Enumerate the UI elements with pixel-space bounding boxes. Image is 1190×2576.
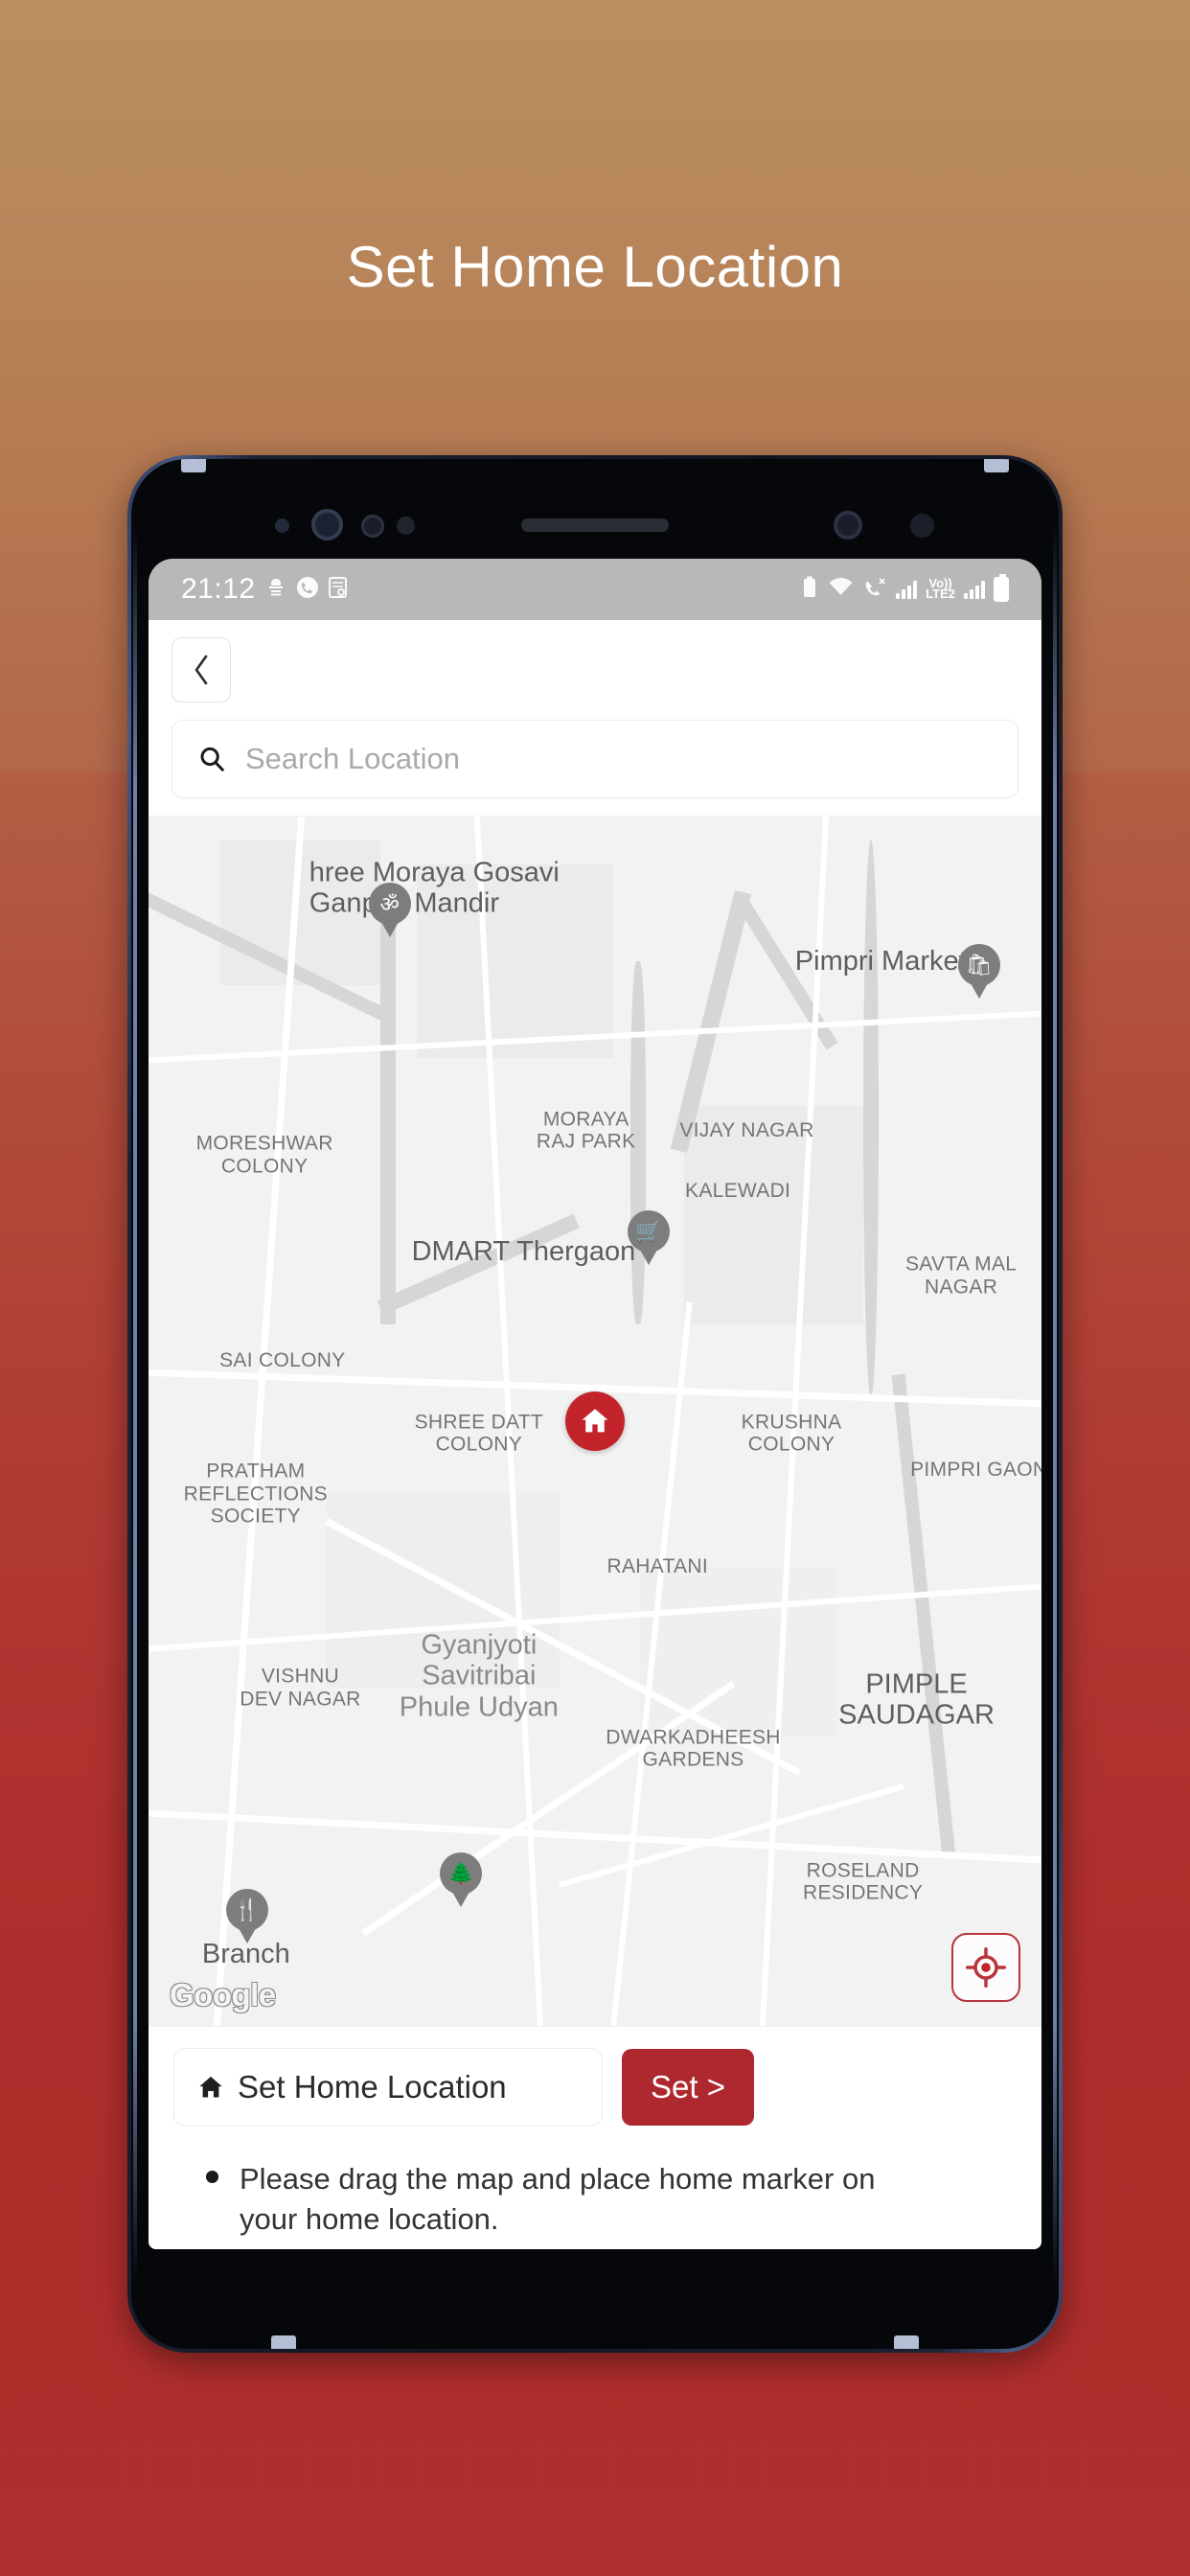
status-bar: 21:12 Vo)) LTE2 xyxy=(149,559,1041,620)
locate-me-button[interactable] xyxy=(951,1933,1020,2003)
map-label: PIMPLE SAUDAGAR xyxy=(838,1668,995,1731)
store-pin-glyph: 🛒 xyxy=(627,1209,670,1253)
market-pin[interactable]: 🛍 xyxy=(957,943,1000,998)
restaurant-pin-glyph: 🍴 xyxy=(225,1888,268,1931)
home-location-marker[interactable] xyxy=(565,1392,625,1452)
google-attribution: Google xyxy=(170,1977,276,2013)
park-pin[interactable]: 🌲 xyxy=(440,1852,483,1906)
map-label: hree Moraya Gosavi Ganpati Mandir xyxy=(309,857,560,919)
map-label: ROSELAND RESIDENCY xyxy=(802,1859,924,1904)
map-label: MORAYA RAJ PARK xyxy=(536,1108,636,1153)
map-label: KALEWADI xyxy=(685,1180,791,1203)
map-label: DMART Thergaon xyxy=(411,1235,636,1267)
page-title: Set Home Location xyxy=(346,235,844,299)
search-section: Search Location xyxy=(149,720,1041,816)
home-location-field[interactable]: Set Home Location xyxy=(173,2048,603,2128)
park-pin-glyph: 🌲 xyxy=(440,1852,483,1895)
map-label: Gyanjyoti Savitribai Phule Udyan xyxy=(399,1628,559,1722)
vibrate-icon xyxy=(264,576,287,603)
frame-clip-top-left xyxy=(181,459,206,472)
signal-bars-2-icon xyxy=(964,580,985,599)
search-placeholder: Search Location xyxy=(245,742,461,775)
market-pin-glyph: 🛍 xyxy=(957,943,1000,986)
bullet-icon xyxy=(206,2171,218,2184)
phone-screen: 21:12 Vo)) LTE2 Search Location hree Mor… xyxy=(149,559,1041,2249)
home-icon xyxy=(199,2077,222,2098)
search-input[interactable]: Search Location xyxy=(172,720,1018,798)
volte-lte2-icon: Vo)) LTE2 xyxy=(926,576,955,601)
restaurant-pin[interactable]: 🍴 xyxy=(225,1888,268,1943)
wifi-icon xyxy=(828,576,854,603)
light-sensor-icon xyxy=(397,517,415,535)
hint-text: Please drag the map and place home marke… xyxy=(240,2162,876,2237)
missed-call-icon xyxy=(862,576,887,603)
map-label: MORESHWAR COLONY xyxy=(195,1132,333,1177)
proximity-sensor-icon xyxy=(275,518,289,533)
map-label: SAI COLONY xyxy=(219,1349,346,1372)
status-bar-left: 21:12 xyxy=(181,573,348,606)
map-label: PIMPRI GAON xyxy=(910,1458,1041,1481)
frame-highlight-right xyxy=(1053,526,1057,2282)
alarm-icon xyxy=(800,576,819,603)
phone-device-frame: 21:12 Vo)) LTE2 Search Location hree Mor… xyxy=(127,455,1063,2353)
map-label: Branch xyxy=(201,1939,290,1970)
bottom-sheet: Set Home Location Set > Please drag the … xyxy=(149,2027,1041,2249)
earpiece-speaker xyxy=(521,518,669,532)
map-label: VISHNU DEV NAGAR xyxy=(240,1665,361,1711)
status-bar-right: Vo)) LTE2 xyxy=(800,574,1009,603)
iris-scanner-icon xyxy=(361,515,384,538)
map-view[interactable]: hree Moraya Gosavi Ganpati Mandir Pimpri … xyxy=(149,816,1041,2028)
frame-clip-top-right xyxy=(984,459,1009,472)
back-button[interactable] xyxy=(172,637,231,702)
frame-highlight-left xyxy=(133,526,137,2282)
map-label: Pimpri Market xyxy=(794,945,967,977)
map-label: VIJAY NAGAR xyxy=(679,1118,814,1141)
led-indicator-icon xyxy=(910,514,934,538)
home-location-field-label: Set Home Location xyxy=(238,2069,507,2105)
home-icon xyxy=(582,1409,608,1433)
store-pin[interactable]: 🛒 xyxy=(627,1209,670,1264)
map-label: PRATHAM REFLECTIONS SOCIETY xyxy=(183,1460,328,1528)
map-label: DWARKADHEESH GARDENS xyxy=(606,1726,781,1771)
status-time: 21:12 xyxy=(181,573,256,605)
frame-clip-bottom-left xyxy=(271,2335,296,2349)
phone-bezel: 21:12 Vo)) LTE2 Search Location hree Mor… xyxy=(131,459,1059,2349)
app-top-bar xyxy=(149,620,1041,720)
temple-pin-glyph: ॐ xyxy=(368,883,411,926)
battery-icon xyxy=(994,574,1009,602)
sim-card-icon xyxy=(328,576,348,603)
hint-row: Please drag the map and place home marke… xyxy=(173,2127,1017,2240)
map-label: RAHATANI xyxy=(606,1555,708,1578)
search-icon xyxy=(200,747,224,771)
map-label: KRUSHNA COLONY xyxy=(741,1411,842,1456)
temple-pin[interactable]: ॐ xyxy=(368,883,411,936)
chevron-left-icon xyxy=(195,655,208,685)
map-label: SHREE DATT COLONY xyxy=(414,1411,544,1456)
signal-bars-icon xyxy=(896,580,918,599)
phone-icon xyxy=(296,576,319,603)
frame-clip-bottom-right xyxy=(894,2335,919,2349)
sensor-row xyxy=(131,503,1059,549)
secondary-camera-icon xyxy=(834,511,862,540)
gps-crosshair-icon xyxy=(966,1947,1006,1989)
bottom-sheet-row: Set Home Location Set > xyxy=(173,2048,1017,2128)
map-label: SAVTA MAL NAGAR xyxy=(904,1253,1018,1299)
set-button[interactable]: Set > xyxy=(622,2049,754,2127)
front-camera-icon xyxy=(311,509,343,540)
